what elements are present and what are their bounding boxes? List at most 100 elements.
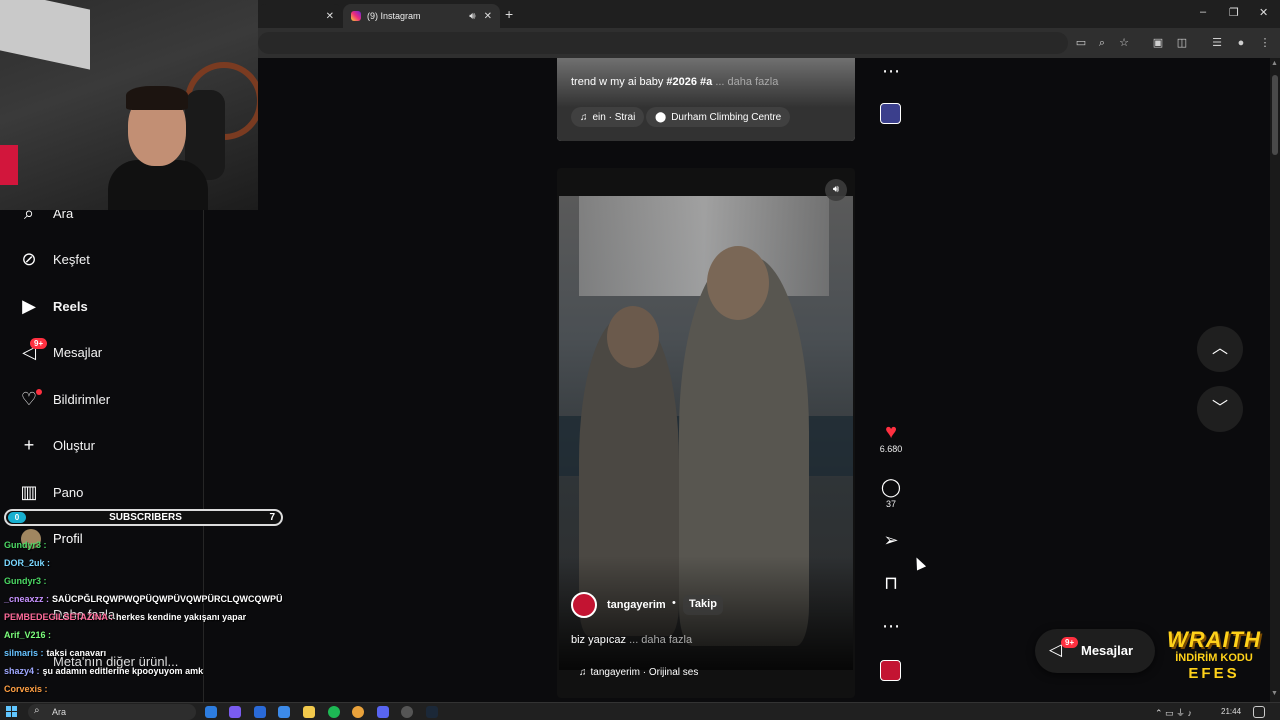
- paper-plane-icon: ➢: [883, 530, 899, 550]
- reel-post[interactable]: 🔊︎ tangayerim • Takip biz yapıcaz ... da…: [557, 168, 855, 698]
- caption-hashtag[interactable]: #2026 #a: [666, 76, 712, 88]
- address-bar[interactable]: [258, 32, 1068, 54]
- browser-tab-instagram[interactable]: (9) Instagram 🔊︎ ✕: [343, 4, 500, 28]
- edge-icon[interactable]: [205, 706, 217, 718]
- post-options-button[interactable]: ⋯: [879, 615, 903, 637]
- menu-dots-icon[interactable]: ⋮: [1257, 35, 1273, 51]
- sidebar-item-notifications[interactable]: ♡ Bildirimler: [18, 384, 110, 414]
- music-note-icon: ♫: [580, 111, 588, 123]
- chat-message: Gundyr3 :: [4, 576, 344, 594]
- audio-chip[interactable]: ♫ ein · Strai: [571, 107, 645, 127]
- discord-icon[interactable]: [377, 706, 389, 718]
- system-tray[interactable]: ⌃ ▭ ⏚ ♪︎: [1155, 706, 1192, 719]
- notification-center-icon[interactable]: [1253, 706, 1265, 718]
- cast-icon[interactable]: ▭: [1073, 35, 1089, 51]
- sidebar-item-label: Keşfet: [53, 251, 90, 267]
- chat-text: SAÜCPĞLRQWPWQPÜQWPÜVQWPÜRCLQWCQWPÜ: [52, 594, 283, 604]
- windows-start-icon[interactable]: [6, 706, 18, 718]
- sidebar-item-label: Bildirimler: [53, 391, 111, 407]
- close-window-button[interactable]: ✕: [1259, 6, 1268, 19]
- taskbar-search-label: Ara: [52, 707, 67, 717]
- minimize-button[interactable]: –: [1200, 6, 1206, 18]
- audio-thumbnail[interactable]: [880, 660, 901, 681]
- folder-icon[interactable]: [303, 706, 315, 718]
- webcam-person-body: [108, 160, 208, 210]
- new-tab-button[interactable]: +: [505, 6, 513, 22]
- puzzle-icon[interactable]: ◫: [1174, 35, 1190, 51]
- search-icon: ⌕: [34, 705, 40, 716]
- chat-message: Corvexis :: [4, 684, 344, 702]
- audio-link[interactable]: ♫ tangayerim · Orijinal ses: [579, 667, 698, 678]
- subscribers-title: SUBSCRIBERS: [109, 512, 182, 523]
- tab-close-icon[interactable]: ✕: [326, 11, 334, 22]
- restore-button[interactable]: ❐: [1229, 6, 1239, 19]
- more-dots-icon: ⋯: [882, 616, 900, 636]
- post-caption: biz yapıcaz ... daha fazla: [571, 634, 692, 646]
- video-scene-head: [607, 306, 659, 368]
- location-chip[interactable]: ⬤ Durham Climbing Centre: [646, 107, 791, 127]
- caption-more-link[interactable]: ... daha fazla: [712, 76, 778, 88]
- messages-floating-button[interactable]: ◁ 9+ Mesajlar: [1035, 629, 1155, 673]
- sponsor-banner: WRAITH İNDİRİM KODU EFES: [1158, 628, 1270, 692]
- chat-username: Corvexis :: [4, 684, 48, 694]
- post-overlay: [557, 58, 855, 141]
- steam-icon[interactable]: [426, 706, 438, 718]
- caption-more-link[interactable]: ... daha fazla: [626, 634, 692, 646]
- obs-icon[interactable]: [401, 706, 413, 718]
- sidebar-item-explore[interactable]: ⊘ Keşfet: [18, 244, 90, 274]
- post-username[interactable]: tangayerim: [607, 599, 666, 611]
- sidebar-item-create[interactable]: + Oluştur: [18, 430, 95, 460]
- app-icon[interactable]: [229, 706, 241, 718]
- share-button[interactable]: ➢: [879, 529, 903, 551]
- like-count: 6.680: [879, 444, 903, 454]
- dashboard-icon: ▥: [20, 481, 38, 502]
- store-icon[interactable]: [254, 706, 266, 718]
- save-button[interactable]: ⊓: [879, 572, 903, 594]
- browser-tab[interactable]: ✕: [258, 4, 342, 28]
- separator-dot: •: [672, 597, 676, 609]
- chevron-up-icon: ︿: [1211, 340, 1228, 357]
- follow-button[interactable]: Takip: [683, 595, 723, 615]
- mail-icon[interactable]: [278, 706, 290, 718]
- zoom-icon[interactable]: ⌕: [1094, 35, 1110, 51]
- music-note-icon: ♫: [579, 667, 587, 678]
- next-reel-button[interactable]: ﹀: [1197, 386, 1243, 432]
- like-button[interactable]: ♥ 6.680: [879, 421, 903, 454]
- stream-chat: Gundyr3 : DOR_2uk : Gundyr3 : _cneaxzz : SAÜ…: [4, 540, 344, 702]
- bookmark-icon: ⊓: [883, 573, 899, 593]
- extension-icon[interactable]: ▣: [1150, 35, 1166, 51]
- comment-button[interactable]: ◯ 37: [879, 476, 903, 509]
- plus-icon: +: [23, 434, 35, 455]
- media-icon[interactable]: ☰: [1209, 35, 1225, 51]
- webcam-background: [0, 0, 90, 70]
- spotify-icon[interactable]: [328, 706, 340, 718]
- scrollbar-thumb[interactable]: [1272, 75, 1278, 155]
- sidebar-item-label: Reels: [53, 298, 88, 314]
- chat-message: Arif_V216 :: [4, 630, 344, 648]
- taskbar-search[interactable]: ⌕ Ara: [28, 704, 196, 720]
- sidebar-item-dashboard[interactable]: ▥ Pano: [18, 477, 83, 507]
- tab-close-icon[interactable]: ✕: [484, 11, 492, 22]
- feed-post[interactable]: trend w my ai baby #2026 #a ... daha faz…: [557, 58, 855, 141]
- tab-title: (9) Instagram: [367, 11, 421, 21]
- speaker-icon[interactable]: 🔊︎: [469, 11, 475, 22]
- notification-dot: [36, 389, 42, 395]
- mute-toggle-icon[interactable]: 🔊︎: [825, 179, 847, 201]
- post-options-button[interactable]: ⋯: [879, 60, 903, 82]
- previous-reel-button[interactable]: ︿: [1197, 326, 1243, 372]
- profile-icon[interactable]: ●: [1233, 35, 1249, 51]
- audio-thumbnail[interactable]: [880, 103, 901, 124]
- chevron-down-icon: ﹀: [1211, 400, 1228, 417]
- comment-count: 37: [885, 499, 896, 509]
- chat-message: Gundyr3 :: [4, 540, 344, 558]
- avatar[interactable]: [571, 592, 597, 618]
- scroll-down-icon[interactable]: ▼: [1271, 690, 1278, 697]
- chrome-icon[interactable]: [352, 706, 364, 718]
- sponsor-code: EFES: [1188, 665, 1240, 682]
- sidebar-item-reels[interactable]: ▶ Reels: [18, 291, 88, 321]
- heart-filled-icon: ♥: [885, 421, 897, 443]
- bookmark-star-icon[interactable]: ☆: [1116, 35, 1132, 51]
- scroll-up-icon[interactable]: ▲: [1271, 60, 1278, 67]
- chat-username: silmaris :: [4, 648, 44, 658]
- caption-text: trend w my ai baby: [571, 76, 667, 88]
